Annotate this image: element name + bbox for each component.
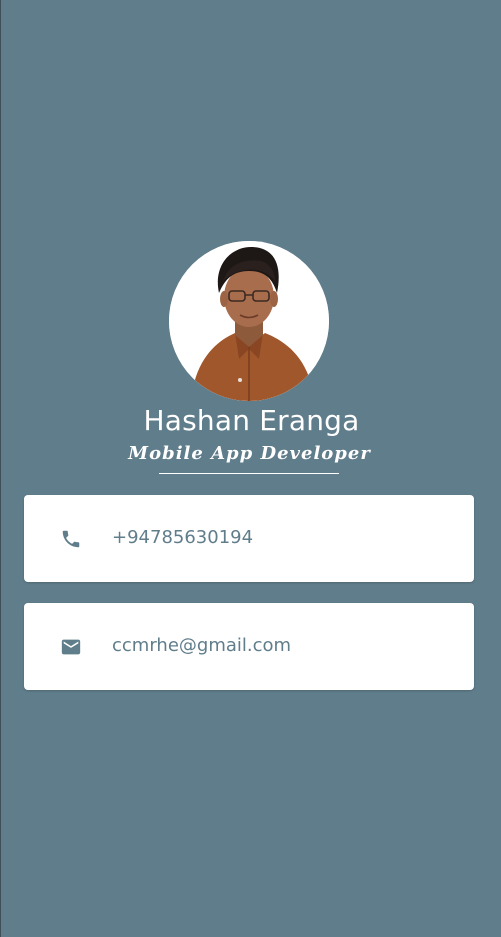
email-card[interactable]: ccmrhe@gmail.com (24, 603, 474, 690)
profile-photo (169, 241, 329, 401)
email-address: ccmrhe@gmail.com (112, 635, 292, 656)
mail-icon (61, 639, 81, 655)
profile-name: Hashan Eranga (143, 404, 360, 437)
divider (159, 473, 339, 474)
profile-role: Mobile App Developer (128, 443, 371, 464)
phone-number: +94785630194 (112, 527, 254, 548)
phone-icon (62, 530, 80, 548)
phone-card[interactable]: +94785630194 (24, 495, 474, 582)
avatar (169, 241, 329, 401)
profile-screen: Hashan Eranga Mobile App Developer +9478… (0, 0, 501, 937)
